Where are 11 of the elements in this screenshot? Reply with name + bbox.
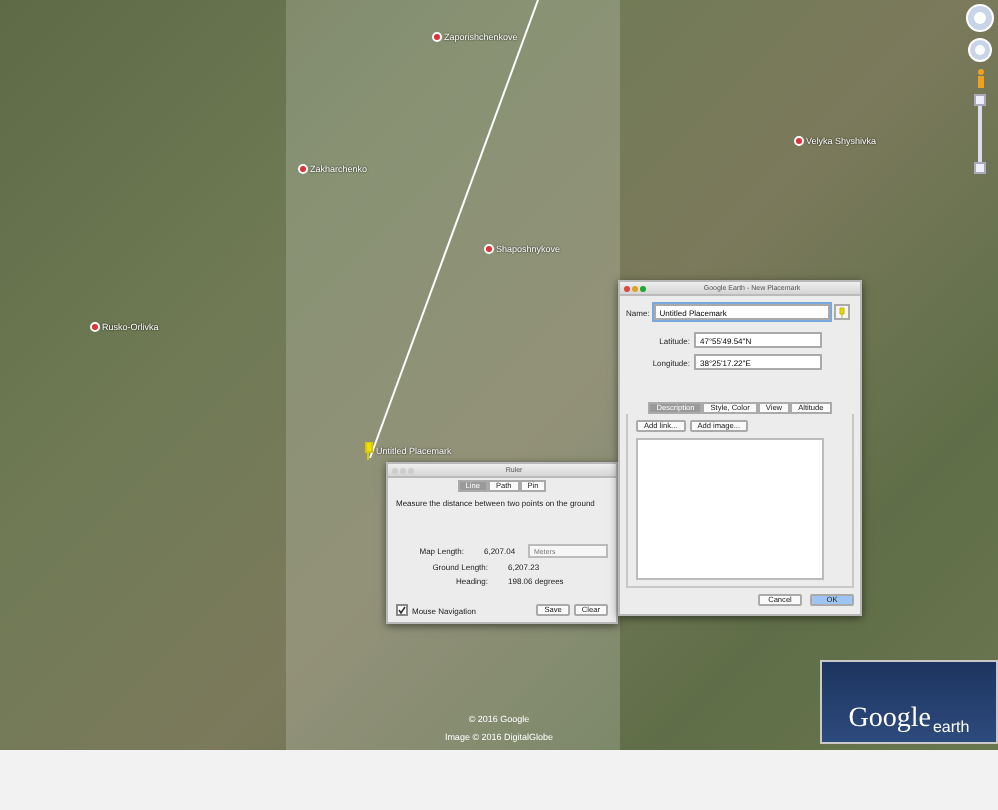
place-pin-icon[interactable]	[432, 32, 442, 42]
pushpin-icon[interactable]	[364, 442, 374, 460]
place-pin-icon[interactable]	[298, 164, 308, 174]
checkbox[interactable]	[396, 604, 408, 616]
compass-icon[interactable]	[966, 4, 994, 32]
navigation-icon[interactable]	[968, 38, 992, 62]
place-pin-icon[interactable]	[484, 244, 494, 254]
zoom-slider-icon[interactable]	[974, 94, 986, 174]
satellite-map[interactable]	[0, 0, 998, 750]
place-pin-icon[interactable]	[794, 136, 804, 146]
place-pin-icon[interactable]	[90, 322, 100, 332]
